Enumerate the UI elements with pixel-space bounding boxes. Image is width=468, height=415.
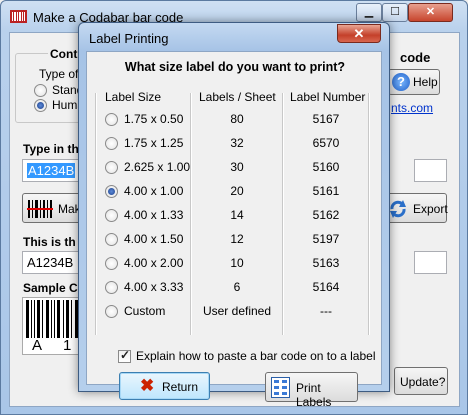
thisis-label: This is th <box>23 235 76 249</box>
print-labels-label: Print Labels <box>296 381 332 409</box>
header-label-size: Label Size <box>105 90 162 104</box>
label-number-text: 5161 <box>312 184 340 198</box>
label-size-text[interactable]: 4.00 x 1.33 <box>124 208 183 222</box>
code-group-title: code <box>400 50 431 65</box>
column-divider <box>95 93 97 335</box>
return-button[interactable]: ✖ Return <box>119 372 210 400</box>
barcode-icon <box>27 200 53 218</box>
barcode-app-icon <box>10 10 27 23</box>
label-size-text[interactable]: 4.00 x 1.00 <box>124 184 183 198</box>
label-size-radio[interactable] <box>105 161 118 174</box>
dialog-title: Label Printing <box>89 31 169 46</box>
label-number-text: 5197 <box>312 232 340 246</box>
labels-per-sheet-text: 20 <box>230 184 244 198</box>
label-number-text: 5162 <box>312 208 340 222</box>
update-label: Update? <box>400 375 446 389</box>
label-sheet-icon <box>271 377 290 398</box>
label-size-text[interactable]: 1.75 x 0.50 <box>124 112 183 126</box>
labels-per-sheet-text: 32 <box>230 136 244 150</box>
maximize-button[interactable]: ☐ <box>382 3 408 22</box>
minimize-button[interactable]: ▁ <box>356 3 382 22</box>
sample-char-0: A <box>32 337 43 354</box>
labels-per-sheet-text: 14 <box>230 208 244 222</box>
explain-checkbox[interactable]: ✓ <box>118 348 131 363</box>
label-size-radio[interactable] <box>105 209 118 222</box>
header-label-number: Label Number <box>290 90 366 104</box>
label-size-radio[interactable] <box>105 137 118 150</box>
label-size-radio[interactable] <box>105 305 118 318</box>
header-labels-per-sheet: Labels / Sheet <box>199 90 276 104</box>
labels-per-sheet-text: 30 <box>230 160 244 174</box>
label-size-radio[interactable] <box>105 257 118 270</box>
label-number-text: --- <box>320 304 332 318</box>
label-number-text: 5163 <box>312 256 340 270</box>
label-size-radio[interactable] <box>105 113 118 126</box>
label-size-radio[interactable] <box>105 233 118 246</box>
labels-per-sheet-text: 6 <box>233 280 241 294</box>
label-size-text[interactable]: Custom <box>124 304 165 318</box>
help-label: Help <box>413 75 438 89</box>
export-button[interactable]: Export <box>385 193 448 223</box>
return-label: Return <box>162 380 199 394</box>
type-label: Type of <box>39 67 79 81</box>
label-size-text[interactable]: 4.00 x 1.50 <box>124 232 183 246</box>
dialog-client-area: What size label do you want to print? La… <box>86 51 382 409</box>
typein-input-right[interactable] <box>414 159 447 182</box>
typein-label: Type in th <box>23 142 79 156</box>
main-close-button[interactable]: ✕ <box>408 3 453 22</box>
label-size-radio[interactable] <box>105 185 118 198</box>
red-x-icon: ✖ <box>140 376 155 395</box>
label-size-text[interactable]: 4.00 x 2.00 <box>124 256 183 270</box>
dialog-close-button[interactable]: ✕ <box>337 24 381 43</box>
label-number-text: 5164 <box>312 280 340 294</box>
help-icon: ? <box>392 73 410 91</box>
radio-standard[interactable] <box>34 84 47 97</box>
labels-per-sheet-text: 80 <box>230 112 244 126</box>
labels-per-sheet-text: 12 <box>230 232 244 246</box>
website-link[interactable]: nts.com <box>391 101 433 115</box>
typein-value: A1234B <box>27 163 76 178</box>
checkmark-icon: ✓ <box>120 348 131 362</box>
dialog-question: What size label do you want to print? <box>124 60 346 74</box>
label-printing-dialog: Label Printing ✕ What size label do you … <box>78 22 390 409</box>
print-labels-button[interactable]: Print Labels <box>265 372 358 409</box>
label-size-text[interactable]: 1.75 x 1.25 <box>124 136 183 150</box>
radio-human[interactable] <box>34 99 47 112</box>
label-number-text: 5167 <box>312 112 340 126</box>
close-icon: ✕ <box>353 26 365 41</box>
sample-label: Sample Co <box>23 281 86 295</box>
labels-per-sheet-text: 10 <box>230 256 244 270</box>
update-button[interactable]: Update? <box>394 367 448 395</box>
help-button[interactable]: ? Help <box>388 69 440 95</box>
label-number-text: 5160 <box>312 160 340 174</box>
export-arrows-icon <box>390 200 406 218</box>
export-label: Export <box>413 202 448 216</box>
label-size-radio[interactable] <box>105 281 118 294</box>
label-size-text[interactable]: 2.625 x 1.00 <box>124 160 190 174</box>
barcode-output-value: A1234B <box>27 255 74 270</box>
explain-checkbox-label[interactable]: Explain how to paste a bar code on to a … <box>136 349 376 363</box>
label-size-text[interactable]: 4.00 x 3.33 <box>124 280 183 294</box>
label-number-text: 6570 <box>312 136 340 150</box>
barcode-output-field-right[interactable] <box>414 251 447 274</box>
labels-per-sheet-text: User defined <box>202 304 272 318</box>
sample-char-1: 1 <box>63 337 72 354</box>
